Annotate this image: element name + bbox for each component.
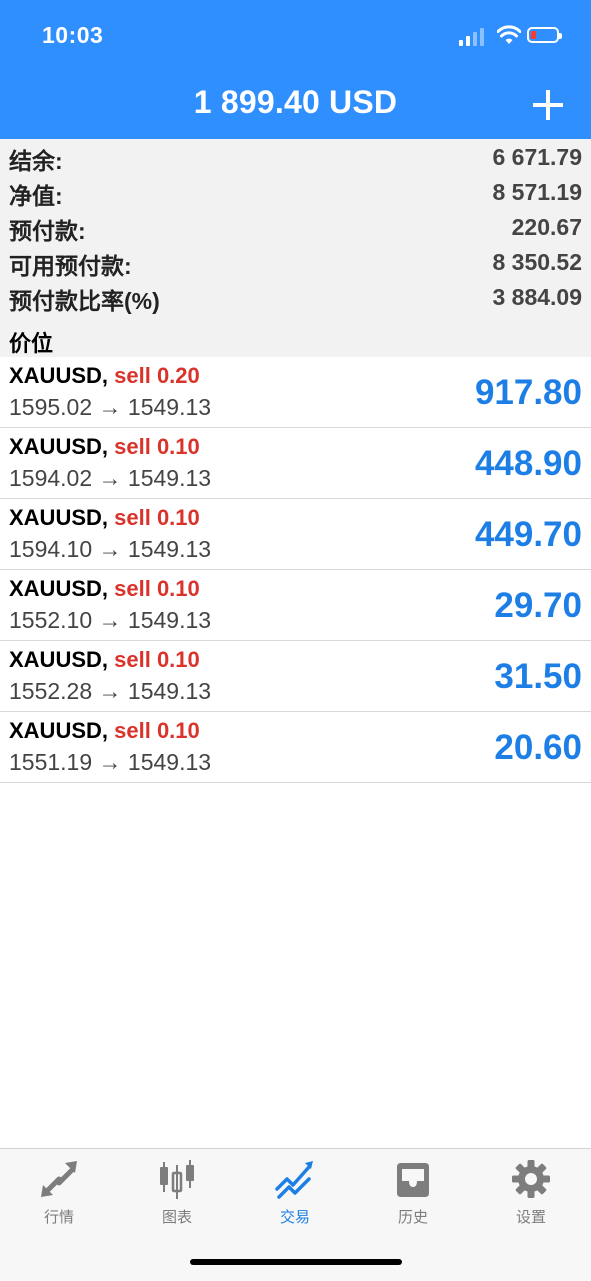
tab-label: 交易 [279,1209,310,1226]
quotes-arrows-icon [41,1161,77,1197]
positions-section-header: 价位 [0,322,591,357]
position-row[interactable]: XAUUSD, sell 0.10 1594.10 → 1549.13 449.… [0,499,591,570]
position-prices: 1552.28 → 1549.13 [9,678,212,704]
candlestick-chart-icon [160,1160,194,1199]
tab-settings[interactable]: 设置 [472,1149,590,1239]
summary-label: 结余: [9,148,63,174]
position-side: sell 0.10 [114,505,200,530]
position-side: sell 0.10 [114,647,200,672]
positions-list: XAUUSD, sell 0.20 1595.02 → 1549.13 917.… [0,357,591,783]
position-prices: 1594.10 → 1549.13 [9,536,212,562]
position-profit: 31.50 [494,657,582,696]
position-side: sell 0.10 [114,434,200,459]
position-symbol: XAUUSD, [9,576,109,601]
position-prices: 1551.19 → 1549.13 [9,749,212,775]
position-symbol: XAUUSD, [9,718,109,743]
summary-value: 8 350.52 [492,249,582,275]
summary-row-equity: 净值: 8 571.19 [0,174,591,209]
tab-quotes[interactable]: 行情 [0,1149,118,1239]
summary-row-free-margin: 可用预付款: 8 350.52 [0,244,591,279]
position-row[interactable]: XAUUSD, sell 0.20 1595.02 → 1549.13 917.… [0,357,591,428]
position-symbol: XAUUSD, [9,363,109,388]
summary-value: 6 671.79 [492,144,582,170]
wifi-icon [497,25,521,44]
position-side: sell 0.10 [114,718,200,743]
add-order-button[interactable] [531,88,565,122]
tab-label: 历史 [397,1209,428,1226]
tab-label: 行情 [43,1209,74,1226]
tab-label: 图表 [161,1209,192,1226]
position-symbol: XAUUSD, [9,434,109,459]
summary-value: 3 884.09 [492,284,582,310]
cellular-signal-icon [459,26,489,46]
status-time: 10:03 [42,22,104,48]
position-symbol: XAUUSD, [9,647,109,672]
position-prices: 1595.02 → 1549.13 [9,394,212,420]
position-row[interactable]: XAUUSD, sell 0.10 1551.19 → 1549.13 20.6… [0,712,591,783]
trade-trend-icon [275,1161,313,1199]
summary-label: 可用预付款: [9,253,132,279]
gear-icon [512,1160,550,1198]
position-profit: 29.70 [494,586,582,625]
position-row[interactable]: XAUUSD, sell 0.10 1552.10 → 1549.13 29.7… [0,570,591,641]
summary-label: 净值: [9,183,63,209]
battery-icon [527,27,562,43]
tab-label: 设置 [515,1209,546,1226]
tab-trade[interactable]: 交易 [236,1149,354,1239]
position-profit: 449.70 [474,515,582,554]
position-row[interactable]: XAUUSD, sell 0.10 1552.28 → 1549.13 31.5… [0,641,591,712]
status-icons [459,24,569,50]
position-prices: 1594.02 → 1549.13 [9,465,212,491]
summary-label: 预付款: [9,218,86,244]
position-symbol: XAUUSD, [9,505,109,530]
position-profit: 448.90 [474,444,582,483]
summary-row-balance: 结余: 6 671.79 [0,139,591,174]
tab-history[interactable]: 历史 [354,1149,472,1239]
summary-value: 220.67 [511,214,582,240]
balance-title: 1 899.40 USD [193,84,398,120]
history-inbox-icon [397,1163,429,1197]
position-side: sell 0.10 [114,576,200,601]
summary-row-margin: 预付款: 220.67 [0,209,591,244]
section-title: 价位 [9,331,54,356]
summary-value: 8 571.19 [492,179,582,205]
position-profit: 20.60 [494,728,582,767]
top-bar: 10:03 1 899.40 USD [0,0,591,139]
summary-row-margin-level: 预付款比率(%) 3 884.09 [0,279,591,314]
position-profit: 917.80 [474,373,582,412]
position-side: sell 0.20 [114,363,200,388]
home-indicator[interactable] [190,1259,402,1265]
account-summary: 结余: 6 671.79 净值: 8 571.19 预付款: 220.67 可用… [0,139,591,357]
position-prices: 1552.10 → 1549.13 [9,607,212,633]
tab-charts[interactable]: 图表 [118,1149,236,1239]
summary-label: 预付款比率(%) [9,288,160,314]
position-row[interactable]: XAUUSD, sell 0.10 1594.02 → 1549.13 448.… [0,428,591,499]
